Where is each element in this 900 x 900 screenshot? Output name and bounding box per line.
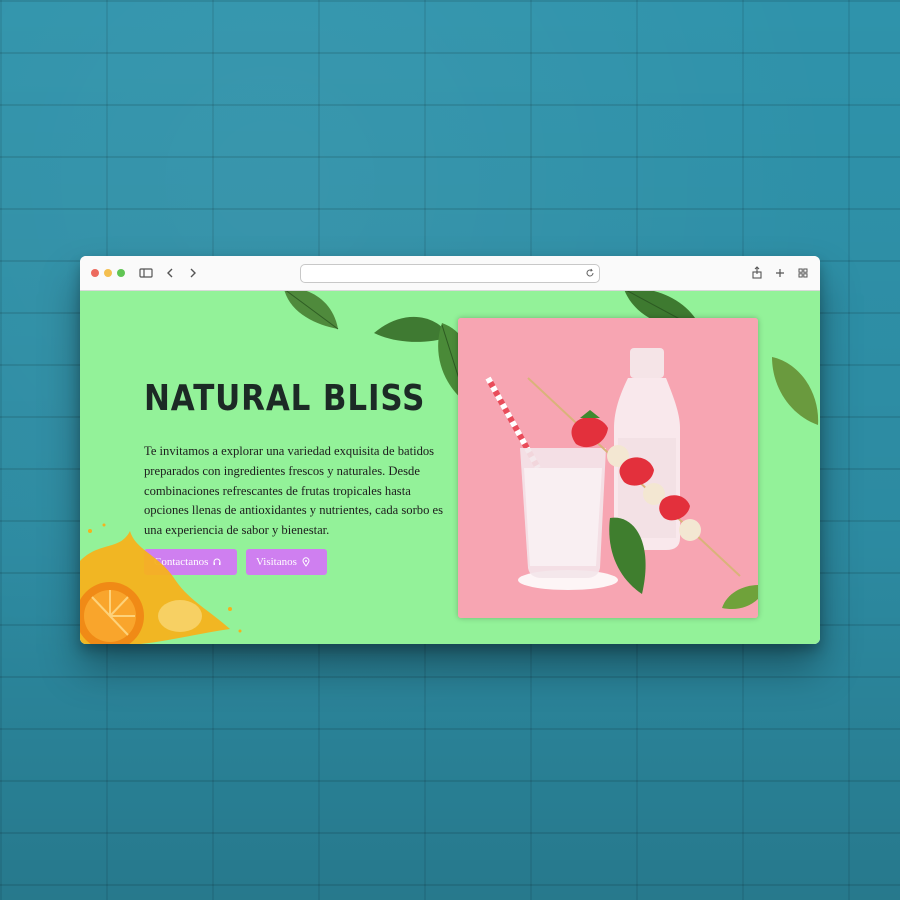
smoothie-product-photo [458, 318, 758, 618]
visit-button-label: Visitanos [256, 556, 297, 568]
visit-button[interactable]: Visitanos [246, 549, 327, 575]
leaf-decoration [284, 291, 339, 330]
location-pin-icon [302, 557, 310, 567]
share-icon[interactable] [749, 265, 765, 281]
orange-splash-decoration [80, 523, 242, 644]
close-window-button[interactable] [91, 269, 99, 277]
zoom-window-button[interactable] [117, 269, 125, 277]
reload-icon[interactable] [585, 268, 595, 278]
smoothie-illustration [458, 318, 758, 618]
minimize-window-button[interactable] [104, 269, 112, 277]
hero-title: NATURAL BLISS [144, 378, 426, 419]
browser-window: NATURAL BLISS Te invitamos a explorar un… [80, 256, 820, 644]
leaf-decoration [772, 357, 819, 425]
forward-icon[interactable] [185, 265, 201, 281]
back-icon[interactable] [162, 265, 178, 281]
tab-overview-icon[interactable] [795, 265, 811, 281]
landing-page: NATURAL BLISS Te invitamos a explorar un… [80, 291, 820, 644]
browser-toolbar [80, 256, 820, 291]
address-bar[interactable] [300, 264, 600, 283]
new-tab-icon[interactable] [772, 265, 788, 281]
sidebar-icon[interactable] [138, 265, 154, 281]
